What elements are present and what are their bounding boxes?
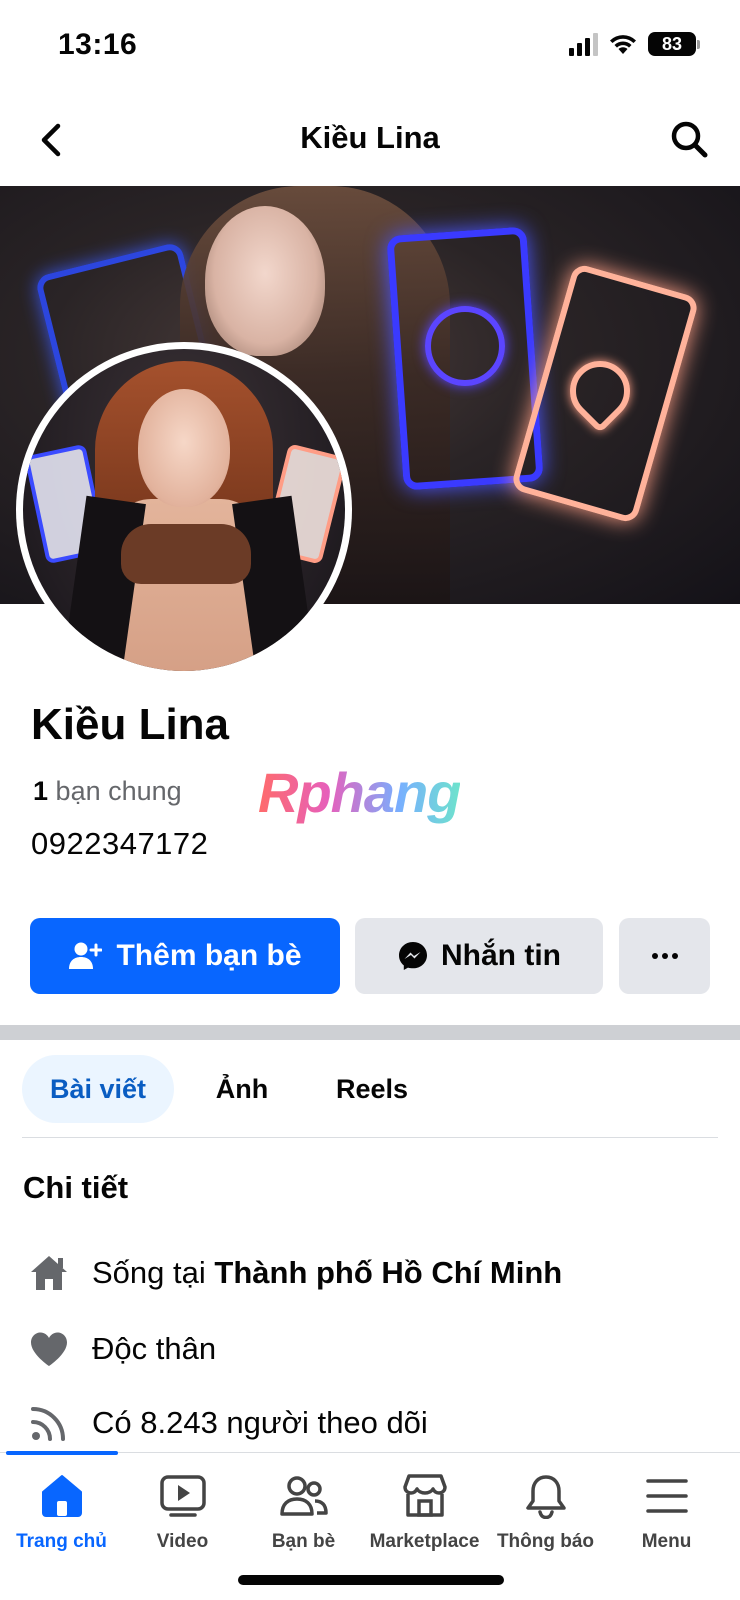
battery-icon: 83 — [648, 32, 700, 56]
more-dots-icon — [651, 953, 678, 959]
profile-name: Kiều Lina — [31, 700, 230, 749]
home-indicator[interactable] — [238, 1575, 504, 1585]
followers-text: Có 8.243 người theo dõi — [92, 1405, 428, 1440]
more-options-button[interactable] — [619, 918, 710, 994]
mutual-friends[interactable]: 1 bạn chung — [33, 776, 182, 807]
nav-label: Thông báo — [496, 1531, 595, 1552]
relationship-text: Độc thân — [92, 1331, 217, 1366]
add-friend-icon — [69, 942, 103, 969]
avatar-image — [23, 349, 345, 671]
nav-video[interactable]: Video — [121, 1471, 244, 1561]
nav-friends[interactable]: Bạn bè — [242, 1471, 365, 1561]
nav-label: Menu — [641, 1531, 692, 1552]
detail-lives-in: Sống tại Thành phố Hồ Chí Minh — [28, 1248, 562, 1298]
heart-icon — [28, 1328, 70, 1370]
detail-followers[interactable]: Có 8.243 người theo dõi — [28, 1398, 428, 1448]
profile-avatar[interactable] — [16, 342, 352, 678]
lives-prefix: Sống tại — [92, 1255, 206, 1290]
mutual-friends-count: 1 — [33, 776, 49, 806]
message-label: Nhắn tin — [441, 939, 561, 972]
profile-tabs: Bài viết Ảnh Reels — [22, 1055, 718, 1123]
tab-photos[interactable]: Ảnh — [190, 1055, 294, 1123]
home-icon — [39, 1471, 85, 1521]
neon-club-decoration — [425, 306, 505, 386]
mutual-friends-label: bạn chung — [55, 776, 182, 806]
nav-label: Marketplace — [369, 1531, 480, 1552]
status-bar: 13:16 83 — [0, 0, 740, 96]
detail-relationship: Độc thân — [28, 1324, 216, 1374]
wifi-icon — [610, 35, 636, 54]
nav-label: Video — [156, 1531, 209, 1552]
message-button[interactable]: Nhắn tin — [355, 918, 603, 994]
battery-level: 83 — [661, 33, 683, 54]
video-icon — [159, 1471, 207, 1521]
avatar-face — [138, 389, 230, 507]
details-title: Chi tiết — [23, 1170, 129, 1205]
friends-icon — [279, 1471, 329, 1521]
add-friend-label: Thêm bạn bè — [116, 939, 302, 972]
cover-face — [205, 206, 325, 356]
page-header: Kiều Lina — [0, 96, 740, 186]
cellular-signal-icon — [569, 32, 598, 56]
search-icon — [671, 121, 708, 158]
status-icons: 83 — [569, 32, 700, 56]
menu-icon — [645, 1471, 689, 1521]
nav-home[interactable]: Trang chủ — [0, 1471, 123, 1561]
nav-marketplace[interactable]: Marketplace — [363, 1471, 486, 1561]
divider — [22, 1137, 718, 1138]
watermark: Rphang — [258, 761, 461, 824]
add-friend-button[interactable]: Thêm bạn bè — [30, 918, 340, 994]
profile-phone: 0922347172 — [31, 826, 209, 861]
rss-feed-icon — [28, 1402, 70, 1444]
home-icon — [28, 1252, 70, 1294]
tab-reels[interactable]: Reels — [312, 1055, 432, 1123]
lives-city[interactable]: Thành phố Hồ Chí Minh — [214, 1255, 562, 1290]
nav-notifications[interactable]: Thông báo — [484, 1471, 607, 1561]
bell-icon — [524, 1471, 568, 1521]
marketplace-icon — [401, 1471, 449, 1521]
page-title: Kiều Lina — [300, 120, 440, 155]
active-tab-indicator — [6, 1451, 118, 1455]
nav-label: Bạn bè — [271, 1531, 336, 1552]
nav-label: Trang chủ — [16, 1531, 107, 1552]
detail-lives-text: Sống tại Thành phố Hồ Chí Minh — [92, 1255, 562, 1291]
tab-posts[interactable]: Bài viết — [22, 1055, 174, 1123]
avatar-top — [121, 524, 251, 584]
nav-menu[interactable]: Menu — [605, 1471, 728, 1561]
search-button[interactable] — [664, 114, 714, 164]
messenger-icon — [399, 942, 427, 970]
section-separator — [0, 1025, 740, 1040]
status-time: 13:16 — [58, 28, 138, 61]
profile-actions: Thêm bạn bè Nhắn tin — [30, 918, 710, 994]
